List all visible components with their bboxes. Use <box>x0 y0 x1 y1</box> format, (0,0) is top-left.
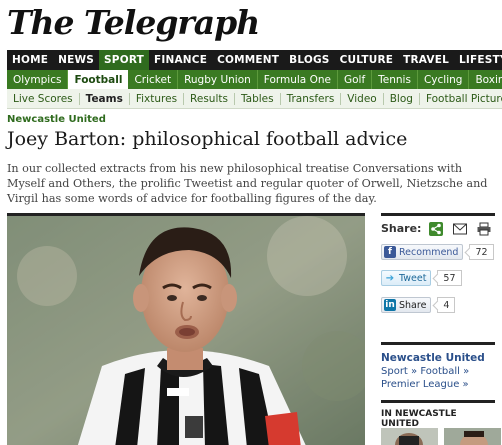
related-link-football[interactable]: Football » <box>420 366 469 377</box>
sport-nav-item-cricket[interactable]: Cricket <box>128 70 179 89</box>
sport-nav-item-tennis[interactable]: Tennis <box>372 70 418 89</box>
tweet-count: 57 <box>437 270 462 286</box>
primary-nav-item-home[interactable]: HOME <box>7 50 53 70</box>
player-photo-illustration <box>7 216 365 445</box>
primary-nav-item-news[interactable]: NEWS <box>53 50 99 70</box>
article-headline: Joey Barton: philosophical football advi… <box>7 128 408 150</box>
tweet-button[interactable]: ➔ Tweet <box>381 270 432 286</box>
related-link-premier-league[interactable]: Premier League » <box>381 379 469 390</box>
linkedin-icon: in <box>384 299 396 311</box>
football-nav-item-teams[interactable]: Teams <box>80 92 130 105</box>
thumbnail-image[interactable] <box>444 428 501 445</box>
sport-nav-item-boxing[interactable]: Boxing <box>469 70 502 89</box>
football-nav-item-football-pictures[interactable]: Football Pictures <box>420 93 502 105</box>
primary-nav-item-comment[interactable]: COMMENT <box>212 50 284 70</box>
facebook-recommend-row: f Recommend 72 <box>381 244 494 260</box>
related-links: Sport » Football » Premier League » <box>381 365 495 391</box>
twitter-bird-icon: ➔ <box>385 272 395 284</box>
sport-nav-item-formula-one[interactable]: Formula One <box>258 70 338 89</box>
primary-nav-item-travel[interactable]: TRAVEL <box>398 50 454 70</box>
email-icon[interactable] <box>453 222 468 236</box>
facebook-recommend-button[interactable]: f Recommend <box>381 244 464 260</box>
related-link-sport[interactable]: Sport » <box>381 366 417 377</box>
football-nav-item-fixtures[interactable]: Fixtures <box>130 92 185 105</box>
in-section-heading: IN NEWCASTLE UNITED <box>381 400 495 429</box>
football-nav-item-blog[interactable]: Blog <box>384 92 420 105</box>
linkedin-share-row: in Share 4 <box>381 297 456 313</box>
sport-nav-item-cycling[interactable]: Cycling <box>418 70 470 89</box>
football-nav: Live Scores Teams Fixtures Results Tables Tra… <box>7 89 502 109</box>
sport-nav-item-golf[interactable]: Golf <box>338 70 373 89</box>
article-standfirst: In our collected extracts from his new p… <box>7 162 488 205</box>
article-section-label[interactable]: Newcastle United <box>7 114 106 125</box>
linkedin-count: 4 <box>437 297 456 313</box>
related-links-box: Newcastle United Sport » Football » Prem… <box>381 342 495 391</box>
facebook-icon: f <box>384 246 396 258</box>
in-section-thumbnails <box>381 428 502 445</box>
telegraph-logo[interactable]: The Telegraph <box>7 2 307 44</box>
facebook-count: 72 <box>469 244 494 260</box>
tweet-label: Tweet <box>399 272 427 284</box>
football-nav-item-results[interactable]: Results <box>184 92 235 105</box>
print-icon[interactable] <box>477 222 491 236</box>
sport-nav: Olympics Football Cricket Rugby Union Formul… <box>7 70 502 89</box>
masthead-logo[interactable]: The Telegraph <box>7 2 307 44</box>
thumbnail-image[interactable] <box>381 428 438 445</box>
sport-nav-item-rugby-union[interactable]: Rugby Union <box>178 70 258 89</box>
related-title-link[interactable]: Newcastle United <box>381 352 495 364</box>
linkedin-share-label: Share <box>399 299 427 311</box>
share-plus-icon[interactable] <box>429 221 444 236</box>
linkedin-share-button[interactable]: in Share <box>381 297 432 313</box>
share-label: Share: <box>381 222 422 235</box>
tweet-row: ➔ Tweet 57 <box>381 270 462 286</box>
football-nav-item-video[interactable]: Video <box>341 92 384 105</box>
primary-nav-item-culture[interactable]: CULTURE <box>335 50 399 70</box>
primary-nav-item-blogs[interactable]: BLOGS <box>284 50 334 70</box>
primary-nav: HOME NEWS SPORT FINANCE COMMENT BLOGS CULTURE T… <box>7 50 502 70</box>
football-nav-item-tables[interactable]: Tables <box>235 92 281 105</box>
sport-nav-item-football[interactable]: Football <box>68 70 129 89</box>
article-photo <box>7 213 365 445</box>
primary-nav-item-sport[interactable]: SPORT <box>99 50 150 70</box>
primary-nav-item-lifestyle[interactable]: LIFESTYLE <box>454 50 502 70</box>
sport-nav-item-olympics[interactable]: Olympics <box>7 70 69 89</box>
primary-nav-item-finance[interactable]: FINANCE <box>149 50 212 70</box>
share-bar: Share: <box>381 213 495 241</box>
facebook-recommend-label: Recommend <box>399 246 459 258</box>
football-nav-item-live-scores[interactable]: Live Scores <box>7 92 80 105</box>
football-nav-item-transfers[interactable]: Transfers <box>281 92 342 105</box>
